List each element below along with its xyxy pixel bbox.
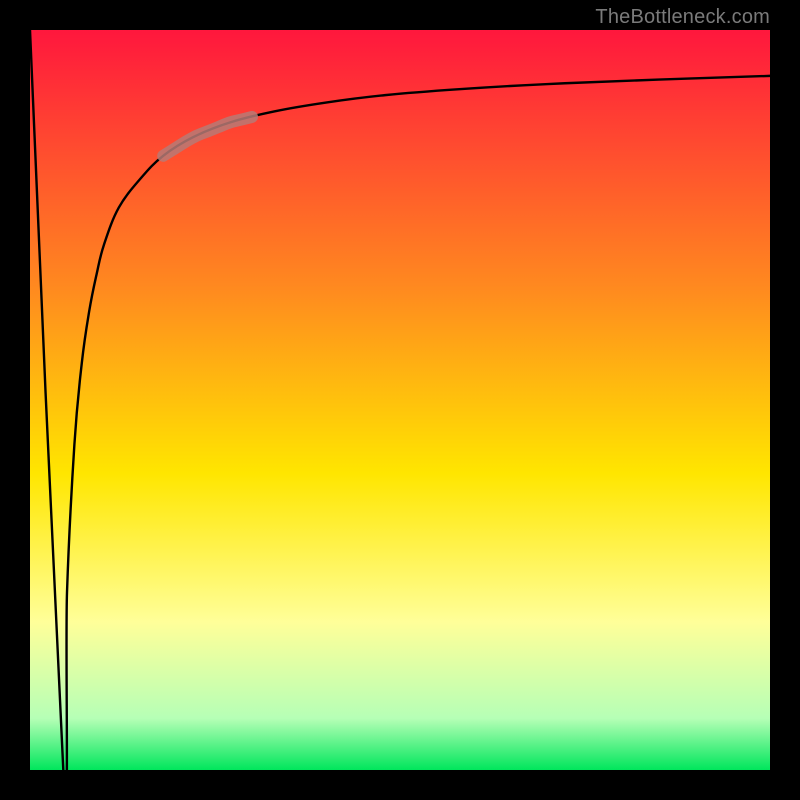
attribution-label: TheBottleneck.com xyxy=(595,6,770,29)
gradient-background xyxy=(30,30,770,770)
plot-area xyxy=(30,30,770,770)
chart-stage: TheBottleneck.com xyxy=(0,0,800,800)
chart-svg xyxy=(30,30,770,770)
